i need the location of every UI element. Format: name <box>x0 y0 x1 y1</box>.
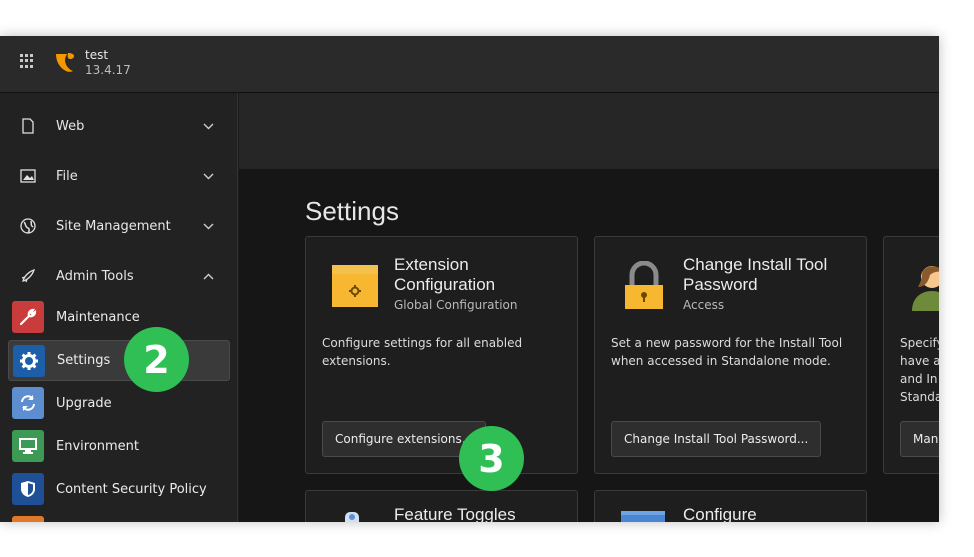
card-title: Extension Configuration <box>394 255 496 294</box>
description-line: Specify <box>900 336 939 350</box>
card-manage-users: Specify have a and In Standa Mana <box>883 236 939 474</box>
module-label: Upgrade <box>56 396 112 411</box>
gear-icon <box>13 345 45 377</box>
nav-group-label: Web <box>56 118 85 134</box>
nav-group-admin-tools[interactable]: Admin Tools <box>0 256 238 296</box>
module-label: Content Security Policy <box>56 482 207 497</box>
module-next[interactable] <box>8 512 230 522</box>
module-menu: Web File Site Management Admin Tools Mai… <box>0 93 238 522</box>
rocket-icon <box>20 268 36 284</box>
card-feature-toggles: Feature Toggles <box>305 490 578 522</box>
chevron-down-icon <box>203 120 214 133</box>
module-label: Environment <box>56 439 140 454</box>
description-line: have a <box>900 354 939 368</box>
shield-icon <box>12 473 44 505</box>
app-grid-icon[interactable] <box>20 54 34 68</box>
window-icon <box>621 511 665 522</box>
site-name: test <box>85 48 109 62</box>
nav-group-site-management[interactable]: Site Management <box>0 206 238 246</box>
change-install-tool-password-button[interactable]: Change Install Tool Password... <box>611 421 822 457</box>
card-subtitle: Global Configuration <box>394 298 518 312</box>
nav-group-label: Admin Tools <box>56 268 134 284</box>
module-body: Settings Extension Configuration Global … <box>239 170 939 522</box>
chevron-down-icon <box>203 220 214 233</box>
card-subtitle: Access <box>683 298 725 312</box>
description-line: Standa <box>900 390 939 404</box>
module-label: Settings <box>57 353 111 368</box>
nav-group-file[interactable]: File <box>0 156 238 196</box>
card-extension-configuration: Extension Configuration Global Configura… <box>305 236 578 474</box>
module-upgrade[interactable]: Upgrade <box>8 383 230 424</box>
chevron-up-icon <box>203 270 214 283</box>
card-title: Change Install Tool Password <box>683 255 828 294</box>
card-description: Configure settings for all enabled exten… <box>322 336 523 368</box>
users-icon <box>912 266 939 311</box>
site-version: 13.4.17 <box>85 63 131 77</box>
manage-button[interactable]: Mana <box>900 421 939 457</box>
module-settings[interactable]: Settings <box>8 340 230 381</box>
description-line: and In <box>900 372 938 386</box>
module-content-security-policy[interactable]: Content Security Policy <box>8 469 230 510</box>
card-title: Feature Toggles <box>394 505 516 522</box>
nav-group-web[interactable]: Web <box>0 106 238 146</box>
page-title: Settings <box>305 196 399 226</box>
step-annotation-badge: 2 <box>124 327 189 392</box>
chevron-down-icon <box>203 170 214 183</box>
toggle-icon <box>345 512 359 522</box>
page-icon <box>20 118 36 134</box>
card-description: Set a new password for the Install Tool … <box>611 336 843 368</box>
module-environment[interactable]: Environment <box>8 426 230 467</box>
module-label: Maintenance <box>56 310 140 325</box>
card-configure: Configure <box>594 490 867 522</box>
card-title: Configure <box>683 505 757 522</box>
top-bar: test 13.4.17 <box>0 36 939 93</box>
module-docheader <box>239 93 939 170</box>
wrench-icon <box>12 301 44 333</box>
monitor-icon <box>12 430 44 462</box>
image-icon <box>20 168 36 184</box>
typo3-logo-icon[interactable] <box>53 50 77 74</box>
lock-icon <box>625 261 663 309</box>
nav-group-label: Site Management <box>56 218 171 234</box>
globe-icon <box>20 218 36 234</box>
card-description: Specify have a and In Standa <box>900 334 939 406</box>
card-change-install-tool-password: Change Install Tool Password Access Set … <box>594 236 867 474</box>
module-icon <box>12 516 44 522</box>
box-icon <box>332 265 378 307</box>
nav-group-label: File <box>56 168 78 184</box>
step-annotation-badge: 3 <box>459 426 524 491</box>
module-maintenance[interactable]: Maintenance <box>8 297 230 338</box>
refresh-icon <box>12 387 44 419</box>
